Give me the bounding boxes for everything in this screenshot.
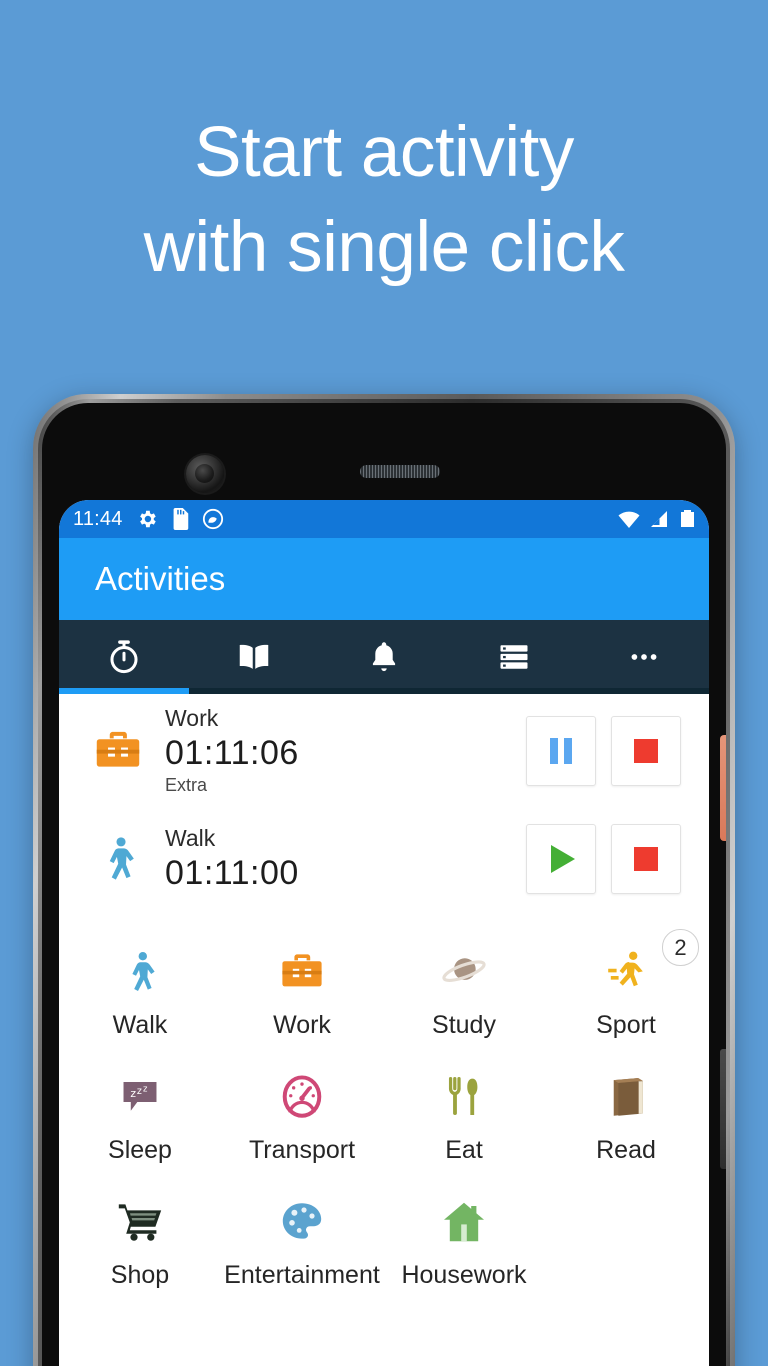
book-closed-icon [603,1064,649,1130]
running-activity-name: Work [165,705,219,731]
activity-grid-row: Walk Work Study Sport 2 [59,929,709,1054]
headline-line-2: with single click [143,208,625,287]
page-title: Start activity with single click [0,105,768,295]
activity-label: Study [432,1011,496,1039]
speedometer-icon [277,1064,327,1130]
running-person-icon [602,939,650,1005]
running-activity-row[interactable]: Work 01:11:06 Extra [59,694,709,807]
power-button[interactable] [720,735,726,841]
status-bar: 11:44 [59,500,709,538]
gear-icon [136,508,158,530]
activity-label: Sport [596,1011,656,1039]
status-badge: 2 [662,929,699,966]
activity-cell-empty [545,1179,707,1304]
tab-notifications[interactable] [319,620,449,694]
activity-cell-eat[interactable]: Eat [383,1054,545,1179]
activity-label: Read [596,1136,656,1164]
running-activity-name: Walk [165,825,216,851]
running-activity-time: 01:11:00 [165,854,299,892]
tab-records[interactable] [189,620,319,694]
walking-person-icon [116,939,164,1005]
more-horizontal-icon [626,639,662,675]
phone-frame: 11:44 Activities Work 01:11:06 Extra Wal… [38,399,730,1366]
earpiece-speaker-icon [360,465,440,478]
stop-icon [634,847,658,871]
activity-grid: Walk Work Study Sport 2 z z z Sleep Tran… [59,911,709,1304]
tab-bar [59,620,709,694]
promo-screenshot: Start activity with single click 11:44 A… [0,0,768,1366]
activity-label: Entertainment [224,1261,380,1289]
app-bar-title: Activities [95,560,226,597]
bell-icon [366,639,402,675]
stopwatch-icon [105,638,143,676]
activity-label: Housework [401,1261,527,1289]
briefcase-icon [81,725,155,777]
running-activity-controls [526,824,691,894]
signal-icon [649,509,669,529]
phone-screen: 11:44 Activities Work 01:11:06 Extra Wal… [59,500,709,1366]
activity-cell-read[interactable]: Read [545,1054,707,1179]
stop-icon [634,738,658,763]
phone-bezel: 11:44 Activities Work 01:11:06 Extra Wal… [42,403,726,1366]
activity-grid-row: Shop Entertainment Housework [59,1179,709,1304]
tab-statistics[interactable] [449,620,579,694]
activity-grid-row: zzz Sleep Transport Eat Read [59,1054,709,1179]
activity-cell-walk[interactable]: Walk [59,929,221,1054]
activity-label: Eat [445,1136,483,1164]
svg-text:z: z [130,1087,136,1100]
walking-person-icon [81,833,155,885]
activity-cell-sleep[interactable]: zzz Sleep [59,1054,221,1179]
tab-more[interactable] [579,620,709,694]
shopping-cart-icon [116,1189,164,1255]
play-icon [551,845,575,873]
activity-label: Shop [110,1261,170,1289]
fork-knife-icon [441,1064,487,1130]
activity-label: Sleep [108,1136,172,1164]
running-activity-info: Walk 01:11:00 [155,824,526,894]
list-icon [496,639,532,675]
activity-cell-shop[interactable]: Shop [59,1179,221,1304]
volume-rocker[interactable] [720,1049,726,1169]
stop-button[interactable] [611,824,681,894]
pause-icon [550,737,572,764]
tab-active-indicator [59,688,189,694]
activity-cell-entertainment[interactable]: Entertainment [221,1179,383,1304]
status-bar-left: 11:44 [73,508,224,531]
activity-cell-transport[interactable]: Transport [221,1054,383,1179]
app-bar: Activities [59,538,709,620]
activity-cell-study[interactable]: Study [383,929,545,1054]
headline-line-1: Start activity [194,113,574,192]
tab-timer[interactable] [59,620,189,694]
status-bar-time: 11:44 [73,507,123,530]
wifi-icon [617,509,641,529]
svg-text:z: z [143,1083,148,1093]
do-not-disturb-icon [202,508,224,530]
play-button[interactable] [526,824,596,894]
planet-icon [439,939,489,1005]
running-activity-extra: Extra [165,775,208,795]
camera-lens-icon [186,455,224,493]
palette-icon [278,1189,326,1255]
activity-cell-sport[interactable]: Sport 2 [545,929,707,1054]
activity-label: Walk [112,1011,168,1039]
battery-icon [677,509,697,529]
pause-button[interactable] [526,715,596,786]
house-icon [440,1189,488,1255]
running-activity-row[interactable]: Walk 01:11:00 [59,807,709,911]
status-bar-right [617,509,697,529]
svg-text:z: z [137,1086,142,1097]
running-activity-info: Work 01:11:06 Extra [155,704,526,797]
activity-cell-housework[interactable]: Housework [383,1179,545,1304]
phone-device: 11:44 Activities Work 01:11:06 Extra Wal… [33,394,735,1366]
activity-label: Work [273,1011,331,1039]
running-activity-controls [526,715,691,786]
book-icon [235,638,273,676]
activity-cell-work[interactable]: Work [221,929,383,1054]
running-activity-time: 01:11:06 [165,734,299,772]
stop-button[interactable] [611,715,681,786]
activity-label: Transport [248,1136,356,1164]
sd-card-icon [171,508,189,530]
briefcase-icon [278,939,326,1005]
sleep-zzz-icon: zzz [117,1064,163,1130]
